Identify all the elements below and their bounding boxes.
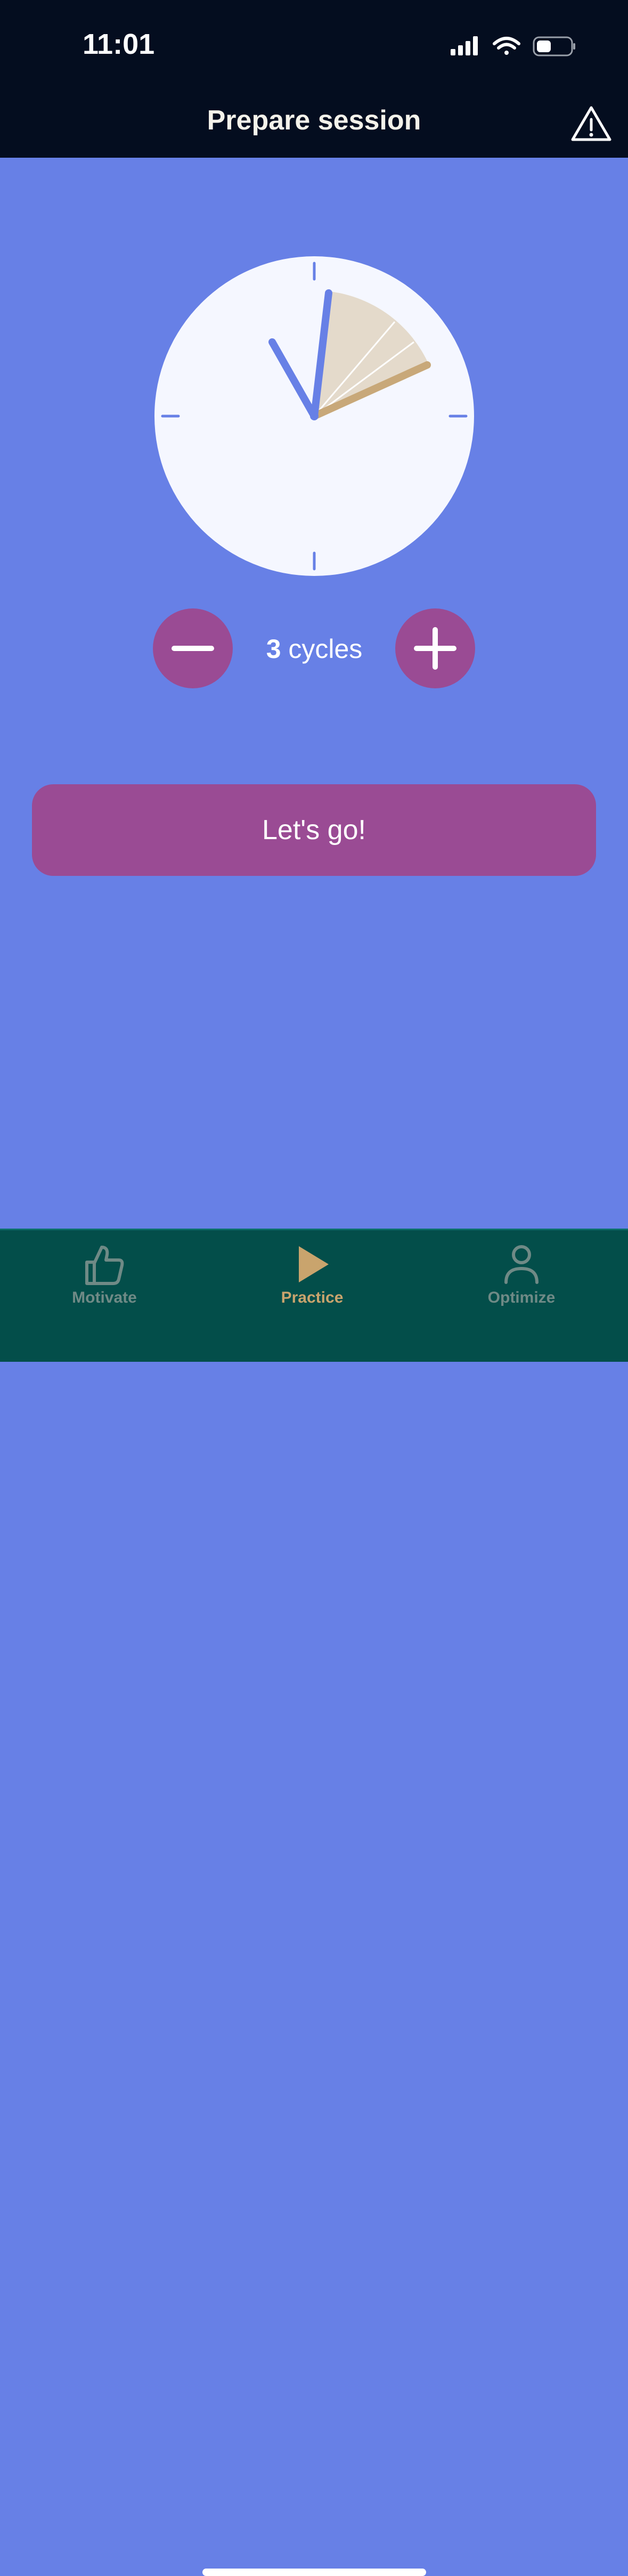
cellular-signal-icon xyxy=(451,36,478,55)
battery-icon xyxy=(533,36,575,56)
tab-optimize-label: Optimize xyxy=(487,1289,556,1306)
tab-motivate-label: Motivate xyxy=(72,1289,137,1306)
tab-motivate[interactable]: Motivate xyxy=(35,1242,174,1322)
app-header: 11:01 Prepare session xyxy=(0,0,628,158)
thumbs-up-icon xyxy=(85,1246,124,1285)
tab-bar: Motivate Practice Optimize xyxy=(0,1229,628,2576)
increase-cycles-button[interactable] xyxy=(395,608,475,688)
status-icons xyxy=(451,36,575,56)
warning-triangle-icon xyxy=(571,106,611,141)
tab-practice[interactable]: Practice xyxy=(243,1242,381,1322)
alert-button[interactable] xyxy=(570,104,613,143)
home-indicator xyxy=(202,2569,426,2576)
status-time: 11:01 xyxy=(83,28,155,60)
wifi-icon xyxy=(493,37,520,55)
plus-icon xyxy=(414,627,456,670)
tab-optimize[interactable]: Optimize xyxy=(452,1242,591,1322)
cycles-number: 3 xyxy=(266,634,281,664)
page-title: Prepare session xyxy=(207,105,421,136)
cycles-unit: cycles xyxy=(281,634,363,664)
start-session-button[interactable]: Let's go! xyxy=(32,784,596,876)
minus-icon xyxy=(172,646,214,651)
cycles-count: 3 cycles xyxy=(234,633,394,665)
session-clock xyxy=(154,256,474,576)
play-icon xyxy=(299,1246,329,1282)
tab-practice-label: Practice xyxy=(281,1289,344,1306)
person-icon xyxy=(504,1245,539,1284)
decrease-cycles-button[interactable] xyxy=(153,608,233,688)
clock-center xyxy=(310,412,319,420)
